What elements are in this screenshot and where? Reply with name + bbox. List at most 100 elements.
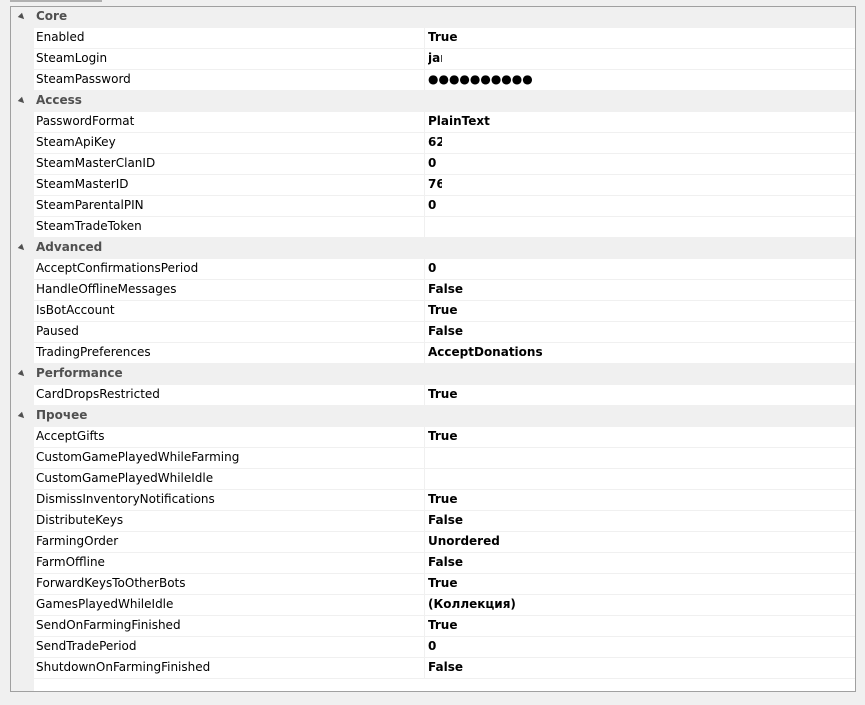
property-value[interactable]: (Коллекция) xyxy=(428,597,516,611)
property-name: SteamMasterID xyxy=(36,177,129,191)
property-row-distribute-keys[interactable]: DistributeKeys False xyxy=(11,511,855,532)
column-divider xyxy=(424,469,425,490)
property-row-password-format[interactable]: PasswordFormat PlainText xyxy=(11,112,855,133)
property-value[interactable]: 0 xyxy=(428,639,436,653)
property-row-accept-confirmations-period[interactable]: AcceptConfirmationsPeriod 0 xyxy=(11,259,855,280)
property-value[interactable]: AcceptDonations xyxy=(428,345,543,359)
column-divider xyxy=(424,427,425,448)
property-row-games-played-while-idle[interactable]: GamesPlayedWhileIdle (Коллекция) xyxy=(11,595,855,616)
property-value[interactable]: 0 xyxy=(428,261,436,275)
column-divider xyxy=(424,595,425,616)
property-value[interactable]: True xyxy=(428,429,457,443)
property-row-shutdown-on-farming-finished[interactable]: ShutdownOnFarmingFinished False xyxy=(11,658,855,679)
property-value[interactable]: True xyxy=(428,492,457,506)
property-value[interactable]: True xyxy=(428,30,457,44)
category-advanced[interactable]: Advanced xyxy=(11,238,855,259)
property-value[interactable]: Unordered xyxy=(428,534,500,548)
property-row-handle-offline-messages[interactable]: HandleOfflineMessages False xyxy=(11,280,855,301)
property-row-custom-game-played-while-idle[interactable]: CustomGamePlayedWhileIdle xyxy=(11,469,855,490)
property-row-trading-preferences[interactable]: TradingPreferences AcceptDonations xyxy=(11,343,855,364)
property-row-steam-trade-token[interactable]: SteamTradeToken xyxy=(11,217,855,238)
property-row-is-bot-account[interactable]: IsBotAccount True xyxy=(11,301,855,322)
property-value[interactable]: 76 xyxy=(428,177,442,191)
column-divider xyxy=(424,196,425,217)
property-value[interactable]: jar xyxy=(428,51,442,65)
tab-edge xyxy=(10,0,102,2)
column-divider xyxy=(424,133,425,154)
property-name: SteamParentalPIN xyxy=(36,198,144,212)
property-name: SendOnFarmingFinished xyxy=(36,618,181,632)
property-row-custom-game-played-while-farming[interactable]: CustomGamePlayedWhileFarming xyxy=(11,448,855,469)
property-name: HandleOfflineMessages xyxy=(36,282,177,296)
collapse-triangle-icon[interactable] xyxy=(17,243,27,253)
property-value[interactable]: False xyxy=(428,660,463,674)
property-row-forward-keys-to-other-bots[interactable]: ForwardKeysToOtherBots True xyxy=(11,574,855,595)
property-value[interactable]: False xyxy=(428,555,463,569)
property-name: AcceptGifts xyxy=(36,429,105,443)
property-grid[interactable]: Core Enabled True SteamLogin jar SteamPasswor… xyxy=(10,6,856,692)
property-row-farm-offline[interactable]: FarmOffline False xyxy=(11,553,855,574)
property-row-send-trade-period[interactable]: SendTradePeriod 0 xyxy=(11,637,855,658)
category-performance[interactable]: Performance xyxy=(11,364,855,385)
property-row-steam-master-id[interactable]: SteamMasterID 76 xyxy=(11,175,855,196)
property-value[interactable]: False xyxy=(428,513,463,527)
property-row-steam-api-key[interactable]: SteamApiKey 62 xyxy=(11,133,855,154)
property-rows: Core Enabled True SteamLogin jar SteamPasswor… xyxy=(11,7,855,679)
property-value[interactable]: True xyxy=(428,618,457,632)
column-divider xyxy=(424,511,425,532)
collapse-triangle-icon[interactable] xyxy=(17,12,27,22)
property-value[interactable]: True xyxy=(428,387,457,401)
property-value[interactable]: True xyxy=(428,303,457,317)
column-divider xyxy=(424,154,425,175)
property-name: FarmOffline xyxy=(36,555,105,569)
column-divider xyxy=(424,280,425,301)
collapse-triangle-icon[interactable] xyxy=(17,369,27,379)
category-label: Performance xyxy=(36,366,123,380)
property-row-card-drops-restricted[interactable]: CardDropsRestricted True xyxy=(11,385,855,406)
column-divider xyxy=(424,616,425,637)
property-name: SteamTradeToken xyxy=(36,219,142,233)
column-divider xyxy=(424,49,425,70)
column-divider xyxy=(424,658,425,679)
property-row-steam-login[interactable]: SteamLogin jar xyxy=(11,49,855,70)
property-value[interactable]: 62 xyxy=(428,135,442,149)
property-name: ShutdownOnFarmingFinished xyxy=(36,660,211,674)
property-row-send-on-farming-finished[interactable]: SendOnFarmingFinished True xyxy=(11,616,855,637)
column-divider xyxy=(424,385,425,406)
category-label: Core xyxy=(36,9,68,23)
property-row-paused[interactable]: Paused False xyxy=(11,322,855,343)
column-divider xyxy=(424,448,425,469)
property-row-enabled[interactable]: Enabled True xyxy=(11,28,855,49)
property-row-steam-parental-pin[interactable]: SteamParentalPIN 0 xyxy=(11,196,855,217)
property-value[interactable]: PlainText xyxy=(428,114,490,128)
category-прочее[interactable]: Прочее xyxy=(11,406,855,427)
property-value[interactable]: 0 xyxy=(428,198,436,212)
property-value[interactable]: False xyxy=(428,282,463,296)
property-row-accept-gifts[interactable]: AcceptGifts True xyxy=(11,427,855,448)
column-divider xyxy=(424,553,425,574)
property-row-steam-password[interactable]: SteamPassword ●●●●●●●●●● xyxy=(11,70,855,91)
property-row-steam-master-clan-id[interactable]: SteamMasterClanID 0 xyxy=(11,154,855,175)
property-row-farming-order[interactable]: FarmingOrder Unordered xyxy=(11,532,855,553)
property-row-dismiss-inventory-notifications[interactable]: DismissInventoryNotifications True xyxy=(11,490,855,511)
column-divider xyxy=(424,343,425,364)
property-name: SteamApiKey xyxy=(36,135,116,149)
category-label: Advanced xyxy=(36,240,103,254)
property-value[interactable]: 0 xyxy=(428,156,436,170)
property-value[interactable]: False xyxy=(428,324,463,338)
property-value[interactable]: ●●●●●●●●●● xyxy=(428,72,533,86)
column-divider xyxy=(424,112,425,133)
collapse-triangle-icon[interactable] xyxy=(17,96,27,106)
column-divider xyxy=(424,322,425,343)
property-name: IsBotAccount xyxy=(36,303,115,317)
property-name: DismissInventoryNotifications xyxy=(36,492,215,506)
property-name: CustomGamePlayedWhileFarming xyxy=(36,450,240,464)
column-divider xyxy=(424,217,425,238)
category-core[interactable]: Core xyxy=(11,7,855,28)
category-access[interactable]: Access xyxy=(11,91,855,112)
property-value[interactable]: True xyxy=(428,576,457,590)
collapse-triangle-icon[interactable] xyxy=(17,411,27,421)
column-divider xyxy=(424,637,425,658)
property-name: CustomGamePlayedWhileIdle xyxy=(36,471,214,485)
property-name: FarmingOrder xyxy=(36,534,119,548)
